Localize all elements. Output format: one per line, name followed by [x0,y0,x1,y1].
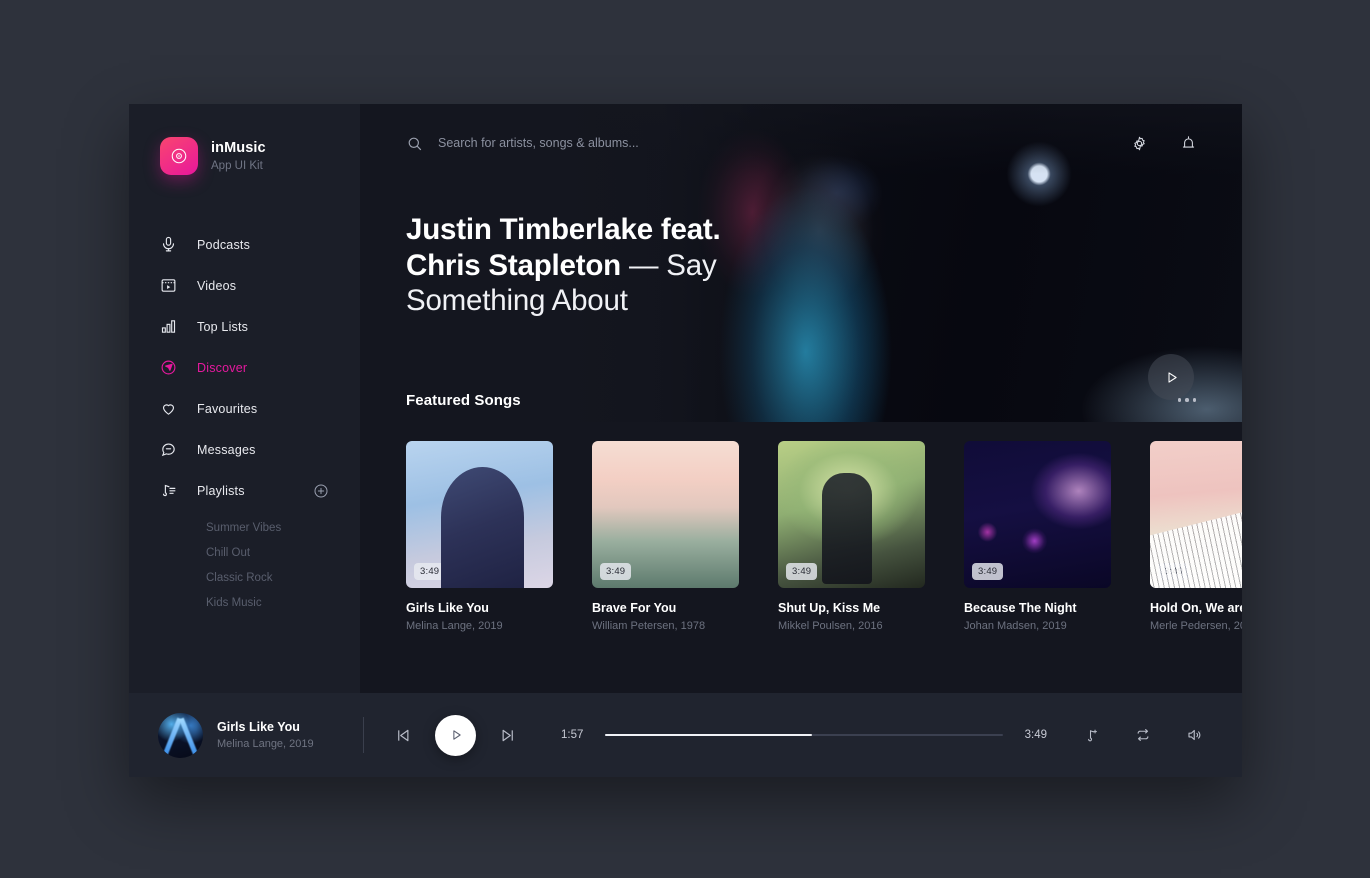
section-title: Featured Songs [406,391,521,409]
song-title: Girls Like You [406,601,489,615]
song-card[interactable]: 3:49 Girls Like You Melina Lange, 2019 [406,441,553,632]
featured-cards: 3:49 Girls Like You Melina Lange, 2019 3… [360,441,1242,632]
gear-icon[interactable] [1131,135,1148,152]
song-artist: Johan Madsen, 2019 [964,620,1067,632]
sidebar-item-label: Favourites [197,401,258,416]
sidebar-item-label: Videos [197,278,237,293]
song-artist: Mikkel Poulsen, 2016 [778,620,883,632]
song-artwork: 3:49 [1150,441,1242,588]
search-icon [406,135,423,152]
sidebar-item-label: Discover [197,360,248,375]
heart-icon [160,400,182,417]
duration-badge: 3:49 [1158,563,1190,580]
song-card[interactable]: 3:49 Because The Night Johan Madsen, 201… [964,441,1111,632]
song-title: Hold On, We are [1150,601,1242,615]
brand-subtitle: App UI Kit [211,159,263,172]
hero-line1: Justin Timberlake feat. [406,213,721,246]
total-time: 3:49 [1024,729,1047,741]
brand: inMusic App UI Kit [129,130,360,182]
sidebar-item-label: Messages [197,442,256,457]
playlist-item[interactable]: Classic Rock [129,565,360,590]
song-title: Brave For You [592,601,677,615]
more-horizontal-icon[interactable] [1177,398,1196,402]
sidebar-item-favourites[interactable]: Favourites [129,388,360,429]
search-bar[interactable] [406,135,1131,152]
video-frame-icon [160,277,182,294]
duration-badge: 3:49 [786,563,818,580]
song-title: Because The Night [964,601,1077,615]
song-card[interactable]: 3:49 Shut Up, Kiss Me Mikkel Poulsen, 20… [778,441,925,632]
song-artwork: 3:49 [778,441,925,588]
song-artist: Merle Pedersen, 20 [1150,620,1242,632]
hero-line2-rest: — Say [621,248,717,282]
sidebar-item-playlists[interactable]: Playlists [129,470,360,511]
sidebar-item-messages[interactable]: Messages [129,429,360,470]
featured-section: Featured Songs 3:49 Girls Like You Melin… [360,379,1242,693]
duration-badge: 3:49 [972,563,1004,580]
song-card[interactable]: 3:49 Brave For You William Petersen, 197… [592,441,739,632]
disc-icon [160,137,198,175]
search-input[interactable] [438,136,858,150]
song-artwork: 3:49 [592,441,739,588]
now-playing-title: Girls Like You [217,720,300,734]
music-list-icon [160,482,182,499]
song-artist: Melina Lange, 2019 [406,620,503,632]
album-artwork [158,712,203,758]
song-card[interactable]: 3:49 Hold On, We are Merle Pedersen, 20 [1150,441,1242,632]
repeat-icon[interactable] [1134,726,1152,744]
music-note-plus-icon[interactable] [1083,727,1100,744]
song-title: Shut Up, Kiss Me [778,601,881,615]
progress-fill [605,734,812,736]
playback-controls [394,714,517,756]
now-playing: Girls Like You Melina Lange, 2019 [158,712,363,758]
player-right-controls [1083,726,1218,744]
sidebar: inMusic App UI Kit Podcasts Videos Top L… [129,104,376,693]
song-artist: William Petersen, 1978 [592,620,706,632]
sidebar-item-top-lists[interactable]: Top Lists [129,306,360,347]
chat-bubble-icon [160,441,182,458]
progress-bar[interactable] [605,734,1003,736]
sidebar-item-videos[interactable]: Videos [129,265,360,306]
sidebar-item-label: Playlists [197,483,245,498]
playlist-item[interactable]: Chill Out [129,540,360,565]
duration-badge: 3:49 [600,563,632,580]
song-artwork: 3:49 [406,441,553,588]
current-time: 1:57 [561,729,584,741]
skip-next-icon[interactable] [498,726,517,745]
topbar [360,104,1242,182]
featured-header: Featured Songs [360,379,1242,421]
sidebar-nav: Podcasts Videos Top Lists Discover Favou… [129,224,376,615]
playlist-item[interactable]: Kids Music [129,590,360,615]
hero-line2-bold: Chris Stapleton [406,248,621,282]
plus-circle-icon[interactable] [313,483,329,499]
app-window: inMusic App UI Kit Podcasts Videos Top L… [129,104,1242,777]
sidebar-item-podcasts[interactable]: Podcasts [129,224,360,265]
player-bar: Girls Like You Melina Lange, 2019 1:57 3… [129,693,1242,777]
sidebar-item-label: Top Lists [197,319,249,334]
volume-icon[interactable] [1186,726,1204,744]
compass-icon [160,359,182,376]
app-body: inMusic App UI Kit Podcasts Videos Top L… [129,104,1242,693]
play-button[interactable] [435,714,476,756]
sidebar-item-discover[interactable]: Discover [129,347,376,388]
duration-badge: 3:49 [414,563,446,580]
now-playing-artist: Melina Lange, 2019 [217,738,314,750]
song-artwork: 3:49 [964,441,1111,588]
main-content: Justin Timberlake feat. Chris Stapleton … [360,104,1242,693]
playlist-list: Summer Vibes Chill Out Classic Rock Kids… [129,515,360,615]
hero-line3: Something About [406,284,628,318]
bell-icon[interactable] [1180,135,1197,152]
divider [363,717,364,753]
sidebar-item-label: Podcasts [197,237,251,252]
bar-chart-icon [160,318,182,335]
topbar-actions [1131,135,1197,152]
brand-name: inMusic [211,139,266,156]
playlist-item[interactable]: Summer Vibes [129,515,360,540]
microphone-icon [160,236,182,253]
skip-previous-icon[interactable] [394,726,413,745]
hero-title: Justin Timberlake feat. Chris Stapleton … [406,212,826,319]
